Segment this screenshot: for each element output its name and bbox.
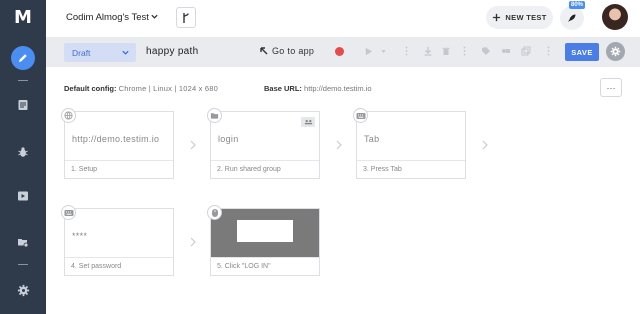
step-body: http://demo.testim.io: [65, 112, 173, 160]
step-arrow: [190, 140, 196, 150]
arrow-up-left-icon: [260, 47, 268, 55]
step-label: 2. Run shared group: [211, 160, 319, 179]
sidebar-item-runs[interactable]: [11, 184, 35, 208]
progress-badge: 80%: [569, 1, 586, 9]
step-card[interactable]: **** 4. Set password: [61, 205, 174, 276]
go-to-app-label: Go to app: [272, 46, 315, 56]
more-options-button[interactable]: [458, 45, 470, 57]
step-label: 4. Set password: [65, 257, 173, 276]
top-header: Codim Almog's Test NEW TEST 80%: [46, 0, 640, 36]
step-body: ****: [65, 209, 173, 257]
mouse-icon: [207, 205, 222, 220]
sidebar-divider: [18, 264, 28, 265]
folder-icon: [207, 108, 222, 123]
record-button[interactable]: [335, 47, 344, 56]
edit-icon: [11, 46, 35, 70]
more-options-button[interactable]: [542, 45, 554, 57]
step-body: Tab: [357, 112, 465, 160]
play-icon: [18, 191, 28, 201]
download-icon: [424, 47, 432, 56]
chevron-down-icon: [122, 50, 129, 55]
copy-icon: [521, 46, 531, 56]
default-config-label: Default config:: [64, 84, 117, 93]
app-logo[interactable]: M: [13, 8, 33, 28]
project-name[interactable]: Codim Almog's Test: [66, 12, 149, 23]
dots-vertical-icon: [463, 46, 465, 56]
play-icon: [365, 47, 372, 55]
step-label: 5. Click "LOG IN": [211, 257, 319, 276]
step-label: 1. Setup: [65, 160, 173, 179]
sidebar-item-settings[interactable]: [11, 278, 35, 302]
default-config-value[interactable]: Chrome | Linux | 1024 x 680: [119, 84, 218, 93]
step-card[interactable]: Tab 3. Press Tab: [353, 108, 466, 179]
list-icon: [18, 100, 28, 110]
go-to-app-button[interactable]: Go to app: [260, 46, 314, 56]
share-icon: [502, 49, 510, 53]
new-test-label: NEW TEST: [505, 13, 547, 22]
step-arrow: [190, 237, 196, 247]
tag-icon: [482, 47, 490, 55]
sidebar-item-tests[interactable]: [11, 93, 35, 117]
delete-button[interactable]: [440, 45, 452, 57]
label-button[interactable]: [480, 45, 492, 57]
dots-vertical-icon: [405, 46, 407, 56]
caret-down-icon: [380, 49, 386, 53]
step-arrow: [482, 140, 488, 150]
step-screenshot: [211, 209, 319, 257]
play-button[interactable]: [362, 45, 374, 57]
avatar[interactable]: [602, 4, 628, 30]
dots-vertical-icon: [547, 46, 549, 56]
base-url-value[interactable]: http://demo.testim.io: [304, 84, 372, 93]
new-test-button[interactable]: NEW TEST: [486, 6, 553, 29]
test-name[interactable]: happy path: [146, 46, 199, 57]
step-label: 3. Press Tab: [357, 160, 465, 179]
base-url: Base URL: http://demo.testim.io: [264, 84, 372, 93]
rocket-icon: [568, 14, 576, 22]
test-settings-button[interactable]: [606, 42, 625, 61]
globe-icon: [61, 108, 76, 123]
keyboard-icon: [353, 108, 368, 123]
save-button[interactable]: SAVE: [565, 43, 599, 61]
step-text: http://demo.testim.io: [72, 134, 160, 144]
gear-icon: [17, 284, 29, 296]
download-button[interactable]: [422, 45, 434, 57]
bug-icon: [18, 147, 28, 157]
base-url-label: Base URL:: [264, 84, 302, 93]
shared-group-icon: [301, 117, 315, 127]
gear-icon: [610, 46, 621, 57]
step-body: login: [211, 112, 319, 160]
folder-settings-icon: [18, 239, 29, 248]
play-options-button[interactable]: [377, 45, 389, 57]
step-card[interactable]: login 2. Run shared group: [207, 108, 320, 179]
login-button-thumbnail: [237, 220, 293, 242]
share-button[interactable]: [500, 45, 512, 57]
test-toolbar: Draft happy path Go to app SAVE: [46, 37, 640, 67]
chevron-down-icon[interactable]: [150, 12, 159, 21]
copy-button[interactable]: [520, 45, 532, 57]
app-root: M Codim Almog's Test NEW TEST 80% Draft …: [0, 0, 640, 314]
branch-button[interactable]: [176, 7, 196, 28]
status-select[interactable]: Draft: [64, 43, 136, 62]
rocket-button[interactable]: [560, 6, 584, 30]
step-card[interactable]: 5. Click "LOG IN": [207, 205, 320, 276]
more-options-button[interactable]: [400, 45, 412, 57]
sidebar-item-bugs[interactable]: [11, 140, 35, 164]
keyboard-icon: [61, 205, 76, 220]
status-select-value: Draft: [72, 47, 91, 58]
branch-icon: [183, 12, 189, 23]
step-text: ****: [72, 231, 88, 241]
step-text: Tab: [364, 134, 380, 144]
trash-icon: [442, 47, 450, 55]
default-config: Default config: Chrome | Linux | 1024 x …: [64, 84, 218, 93]
step-arrow: [336, 140, 342, 150]
more-button[interactable]: ···: [600, 78, 622, 97]
sidebar-item-editor[interactable]: [11, 46, 35, 70]
plus-icon: [493, 13, 501, 22]
sidebar-divider: [18, 80, 28, 81]
step-text: login: [218, 134, 239, 144]
sidebar-item-suites[interactable]: [11, 230, 35, 254]
step-card[interactable]: http://demo.testim.io 1. Setup: [61, 108, 174, 179]
sidebar: M: [0, 0, 46, 314]
